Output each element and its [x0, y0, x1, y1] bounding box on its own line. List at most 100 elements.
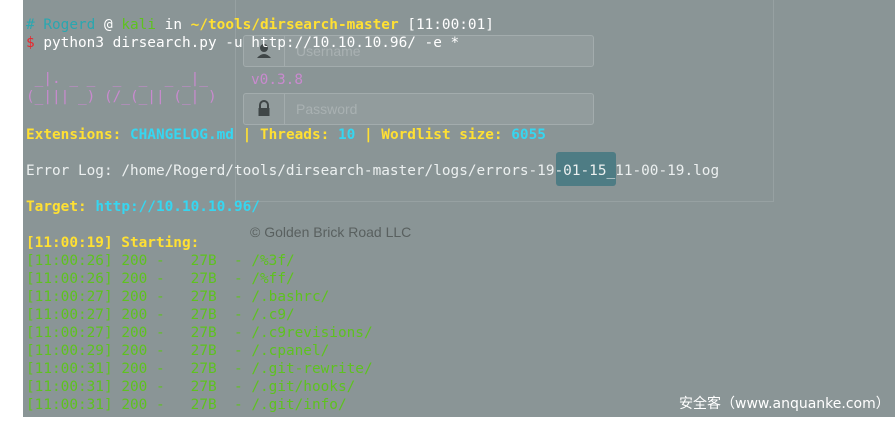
result-status: 200	[121, 289, 148, 305]
result-row: [11:00:27] 200 - 27B - /.c9/	[26, 306, 295, 324]
error-log-label: Error Log:	[26, 163, 113, 179]
password-placeholder: Password	[296, 101, 358, 117]
result-size: 27B	[190, 271, 217, 287]
wordlist-label: Wordlist size:	[381, 127, 503, 143]
copyright-text: © Golden Brick Road LLC	[250, 224, 412, 240]
banner-line-1: _|. _ _ _ _ _ _|_	[26, 71, 234, 87]
target-label: Target:	[26, 199, 87, 215]
banner-line-2: (_||| _) (/_(_|| (_| )	[26, 89, 217, 105]
watermark: 安全客（www.anquanke.com）	[679, 396, 890, 412]
result-size: 27B	[190, 361, 217, 377]
result-arrow: -	[233, 343, 243, 359]
result-time: [11:00:26]	[26, 253, 113, 269]
result-row: [11:00:31] 200 - 27B - /.git-rewrite/	[26, 360, 373, 378]
result-dash: -	[155, 289, 165, 305]
result-path: /%ff/	[251, 271, 295, 287]
result-dash: -	[155, 271, 165, 287]
result-time: [11:00:31]	[26, 361, 113, 377]
command-line: $ python3 dirsearch.py -u http://10.10.1…	[26, 34, 459, 52]
result-arrow: -	[233, 361, 243, 377]
terminal-window[interactable]: Username Password © Golden Brick Road LL…	[23, 0, 895, 417]
result-size: 27B	[190, 325, 217, 341]
prompt-user: Rogerd	[43, 17, 96, 33]
result-dash: -	[155, 253, 165, 269]
result-path: /.c9/	[251, 307, 295, 323]
screen: Username Password © Golden Brick Road LL…	[0, 0, 895, 421]
prompt-line: # Rogerd @ kali in ~/tools/dirsearch-mas…	[26, 16, 494, 34]
summary-separator-2: |	[363, 127, 373, 143]
lock-icon	[258, 100, 270, 116]
result-dash: -	[155, 343, 165, 359]
result-status: 200	[121, 271, 148, 287]
result-time: [11:00:26]	[26, 271, 113, 287]
result-time: [11:00:29]	[26, 343, 113, 359]
prompt-host: kali	[121, 17, 156, 33]
result-status: 200	[121, 307, 148, 323]
threads-label: Threads:	[259, 127, 330, 143]
prompt-at: @	[104, 17, 113, 33]
result-row: [11:00:27] 200 - 27B - /.bashrc/	[26, 288, 329, 306]
summary-line: Extensions: CHANGELOG.md | Threads: 10 |…	[26, 126, 546, 144]
password-field-background: Password	[243, 93, 594, 125]
result-dash: -	[155, 379, 165, 395]
error-log-path: /home/Rogerd/tools/dirsearch-master/logs…	[121, 163, 720, 179]
result-arrow: -	[233, 379, 243, 395]
result-dash: -	[155, 307, 165, 323]
result-arrow: -	[233, 325, 243, 341]
result-row: [11:00:26] 200 - 27B - /%ff/	[26, 270, 295, 288]
result-path: /.cpanel/	[251, 343, 330, 359]
result-status: 200	[121, 361, 148, 377]
result-arrow: -	[233, 289, 243, 305]
result-row: [11:00:29] 200 - 27B - /.cpanel/	[26, 342, 329, 360]
result-dash: -	[155, 397, 165, 413]
result-size: 27B	[190, 289, 217, 305]
result-size: 27B	[190, 343, 217, 359]
result-path: /.git-rewrite/	[251, 361, 373, 377]
result-size: 27B	[190, 397, 217, 413]
result-path: /.git/info/	[251, 397, 347, 413]
result-time: [11:00:27]	[26, 307, 113, 323]
summary-separator-1: |	[242, 127, 252, 143]
result-status: 200	[121, 343, 148, 359]
prompt-path: ~/tools/dirsearch-master	[190, 17, 399, 33]
result-dash: -	[155, 361, 165, 377]
prompt-in: in	[164, 17, 182, 33]
result-arrow: -	[233, 253, 243, 269]
result-status: 200	[121, 379, 148, 395]
result-row: [11:00:27] 200 - 27B - /.c9revisions/	[26, 324, 373, 342]
threads-value: 10	[337, 127, 356, 143]
prompt-time: [11:00:01]	[407, 17, 494, 33]
prompt-hash: #	[26, 17, 35, 33]
banner-version: v0.3.8	[251, 72, 303, 88]
result-arrow: -	[233, 397, 243, 413]
result-row: [11:00:26] 200 - 27B - /%3f/	[26, 252, 295, 270]
result-path: /.c9revisions/	[251, 325, 373, 341]
result-time: [11:00:27]	[26, 289, 113, 305]
result-row: [11:00:31] 200 - 27B - /.git/info/	[26, 396, 347, 414]
result-arrow: -	[233, 271, 243, 287]
result-size: 27B	[190, 253, 217, 269]
result-path: /.bashrc/	[251, 289, 330, 305]
result-time: [11:00:31]	[26, 379, 113, 395]
result-path: /.git/hooks/	[251, 379, 356, 395]
wordlist-value: 6055	[511, 127, 546, 143]
result-path: /%3f/	[251, 253, 295, 269]
result-dash: -	[155, 325, 165, 341]
result-arrow: -	[233, 307, 243, 323]
result-size: 27B	[190, 307, 217, 323]
result-status: 200	[121, 253, 148, 269]
lock-icon-box	[244, 94, 285, 124]
command-text: python3 dirsearch.py -u http://10.10.10.…	[43, 35, 460, 51]
error-log-line: Error Log: /home/Rogerd/tools/dirsearch-…	[26, 162, 719, 180]
extensions-value: CHANGELOG.md	[129, 127, 234, 143]
result-time: [11:00:27]	[26, 325, 113, 341]
result-status: 200	[121, 325, 148, 341]
target-url: http://10.10.10.96/	[95, 199, 260, 215]
prompt-marker: $	[26, 35, 35, 51]
result-status: 200	[121, 397, 148, 413]
result-size: 27B	[190, 379, 217, 395]
starting-line: [11:00:19] Starting:	[26, 235, 200, 251]
target-line: Target: http://10.10.10.96/	[26, 198, 260, 216]
result-row: [11:00:31] 200 - 27B - /.git/hooks/	[26, 378, 355, 396]
extensions-label: Extensions:	[26, 127, 122, 143]
